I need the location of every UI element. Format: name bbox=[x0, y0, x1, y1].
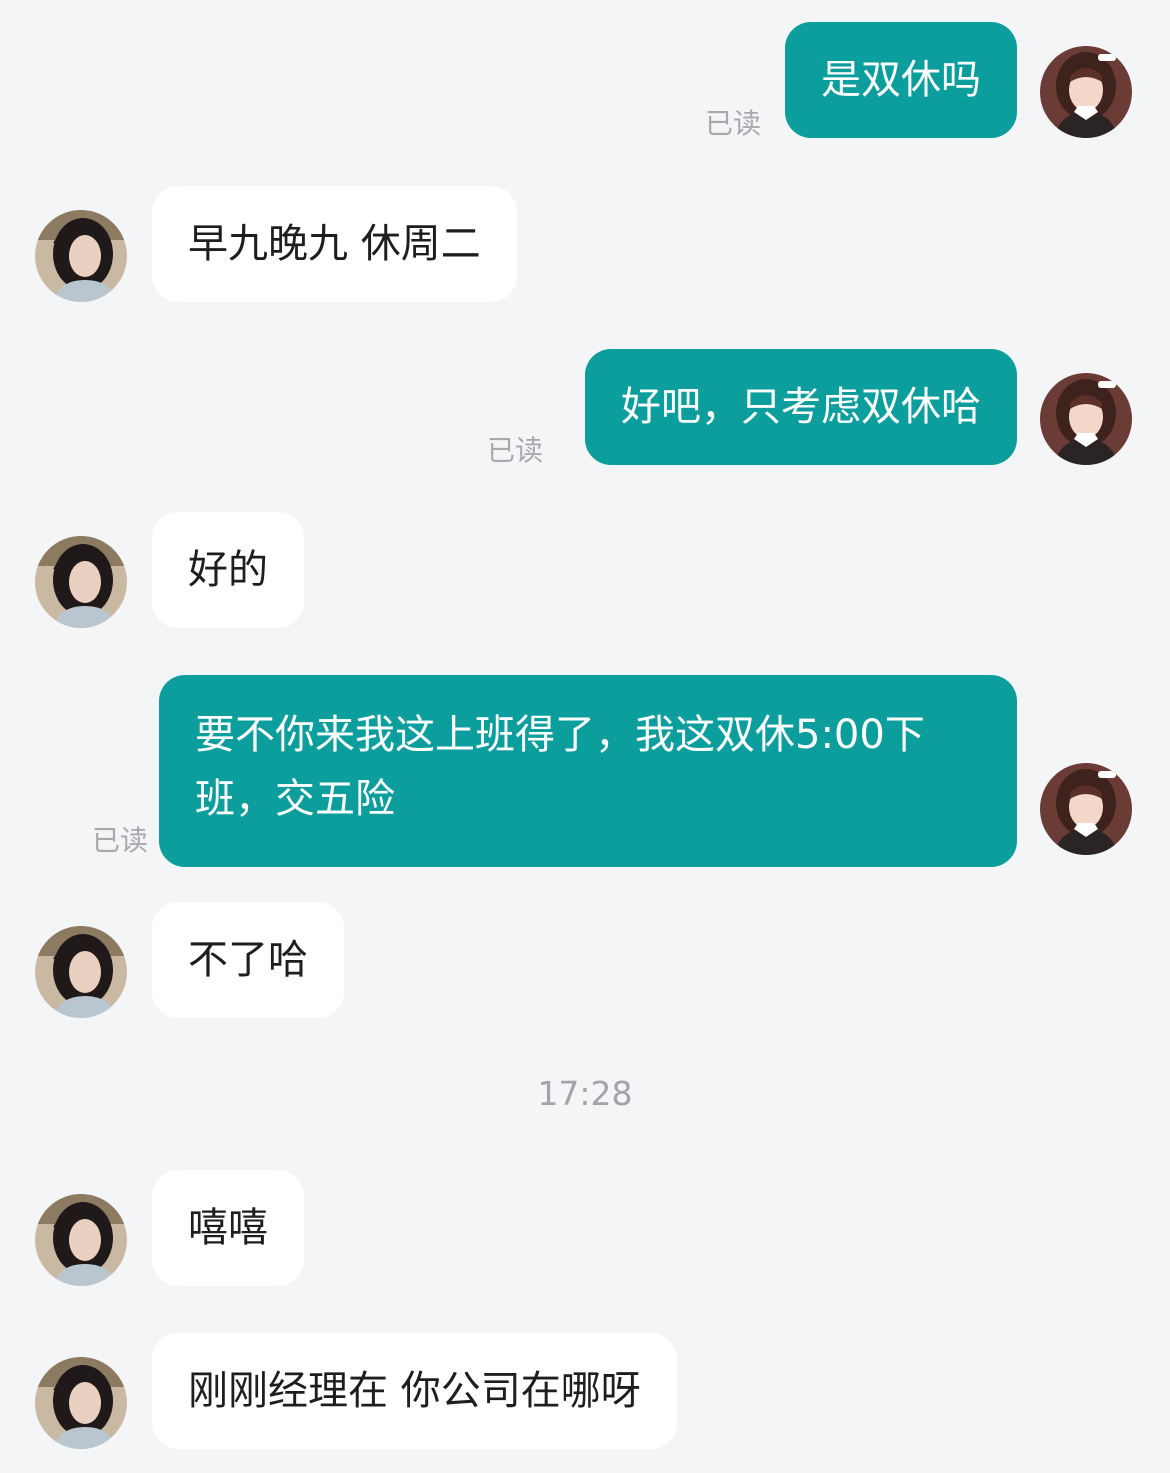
message-text: 好的 bbox=[188, 547, 268, 593]
message-bubble-incoming[interactable]: 不了哈 bbox=[152, 902, 344, 1018]
message-timestamp: 17:28 bbox=[537, 1074, 633, 1113]
avatar-me-icon[interactable] bbox=[1040, 763, 1132, 855]
message-row-incoming: 好的 bbox=[0, 512, 1170, 632]
message-row-incoming: 早九晚九 休周二 bbox=[0, 186, 1170, 306]
message-text: 刚刚经理在 你公司在哪呀 bbox=[188, 1368, 641, 1414]
message-text: 嘻嘻 bbox=[188, 1205, 268, 1251]
message-bubble-outgoing[interactable]: 要不你来我这上班得了，我这双休5:00下班，交五险 bbox=[159, 675, 1017, 867]
message-text: 好吧，只考虑双休哈 bbox=[621, 384, 981, 430]
message-text: 不了哈 bbox=[188, 937, 308, 983]
chat-message-list[interactable]: 已读 是双休吗 早九晚九 休周二 已读 好吧，只考虑双休哈 好的 已读 要不你来… bbox=[0, 0, 1170, 1473]
message-row-incoming: 刚刚经理在 你公司在哪呀 bbox=[0, 1333, 1170, 1453]
avatar-contact-icon[interactable] bbox=[35, 926, 127, 1018]
message-text: 是双休吗 bbox=[821, 57, 981, 103]
message-bubble-incoming[interactable]: 嘻嘻 bbox=[152, 1170, 304, 1286]
avatar-contact-icon[interactable] bbox=[35, 1194, 127, 1286]
avatar-contact-icon[interactable] bbox=[35, 210, 127, 302]
message-bubble-incoming[interactable]: 早九晚九 休周二 bbox=[152, 186, 517, 302]
read-receipt: 已读 bbox=[487, 434, 544, 467]
message-row-incoming: 嘻嘻 bbox=[0, 1170, 1170, 1290]
avatar-contact-icon[interactable] bbox=[35, 1357, 127, 1449]
message-text: 要不你来我这上班得了，我这双休5:00下班，交五险 bbox=[195, 712, 925, 822]
message-row-outgoing: 已读 要不你来我这上班得了，我这双休5:00下班，交五险 bbox=[0, 675, 1170, 867]
avatar-me-icon[interactable] bbox=[1040, 46, 1132, 138]
message-row-outgoing: 已读 好吧，只考虑双休哈 bbox=[0, 349, 1170, 469]
message-bubble-incoming[interactable]: 好的 bbox=[152, 512, 304, 628]
message-bubble-incoming[interactable]: 刚刚经理在 你公司在哪呀 bbox=[152, 1333, 677, 1449]
read-receipt: 已读 bbox=[92, 824, 149, 857]
avatar-me-icon[interactable] bbox=[1040, 373, 1132, 465]
message-bubble-outgoing[interactable]: 是双休吗 bbox=[785, 22, 1017, 138]
avatar-contact-icon[interactable] bbox=[35, 536, 127, 628]
message-row-outgoing: 已读 是双休吗 bbox=[0, 22, 1170, 142]
message-bubble-outgoing[interactable]: 好吧，只考虑双休哈 bbox=[585, 349, 1017, 465]
message-row-incoming: 不了哈 bbox=[0, 902, 1170, 1022]
message-text: 早九晚九 休周二 bbox=[188, 221, 481, 267]
read-receipt: 已读 bbox=[705, 107, 762, 140]
